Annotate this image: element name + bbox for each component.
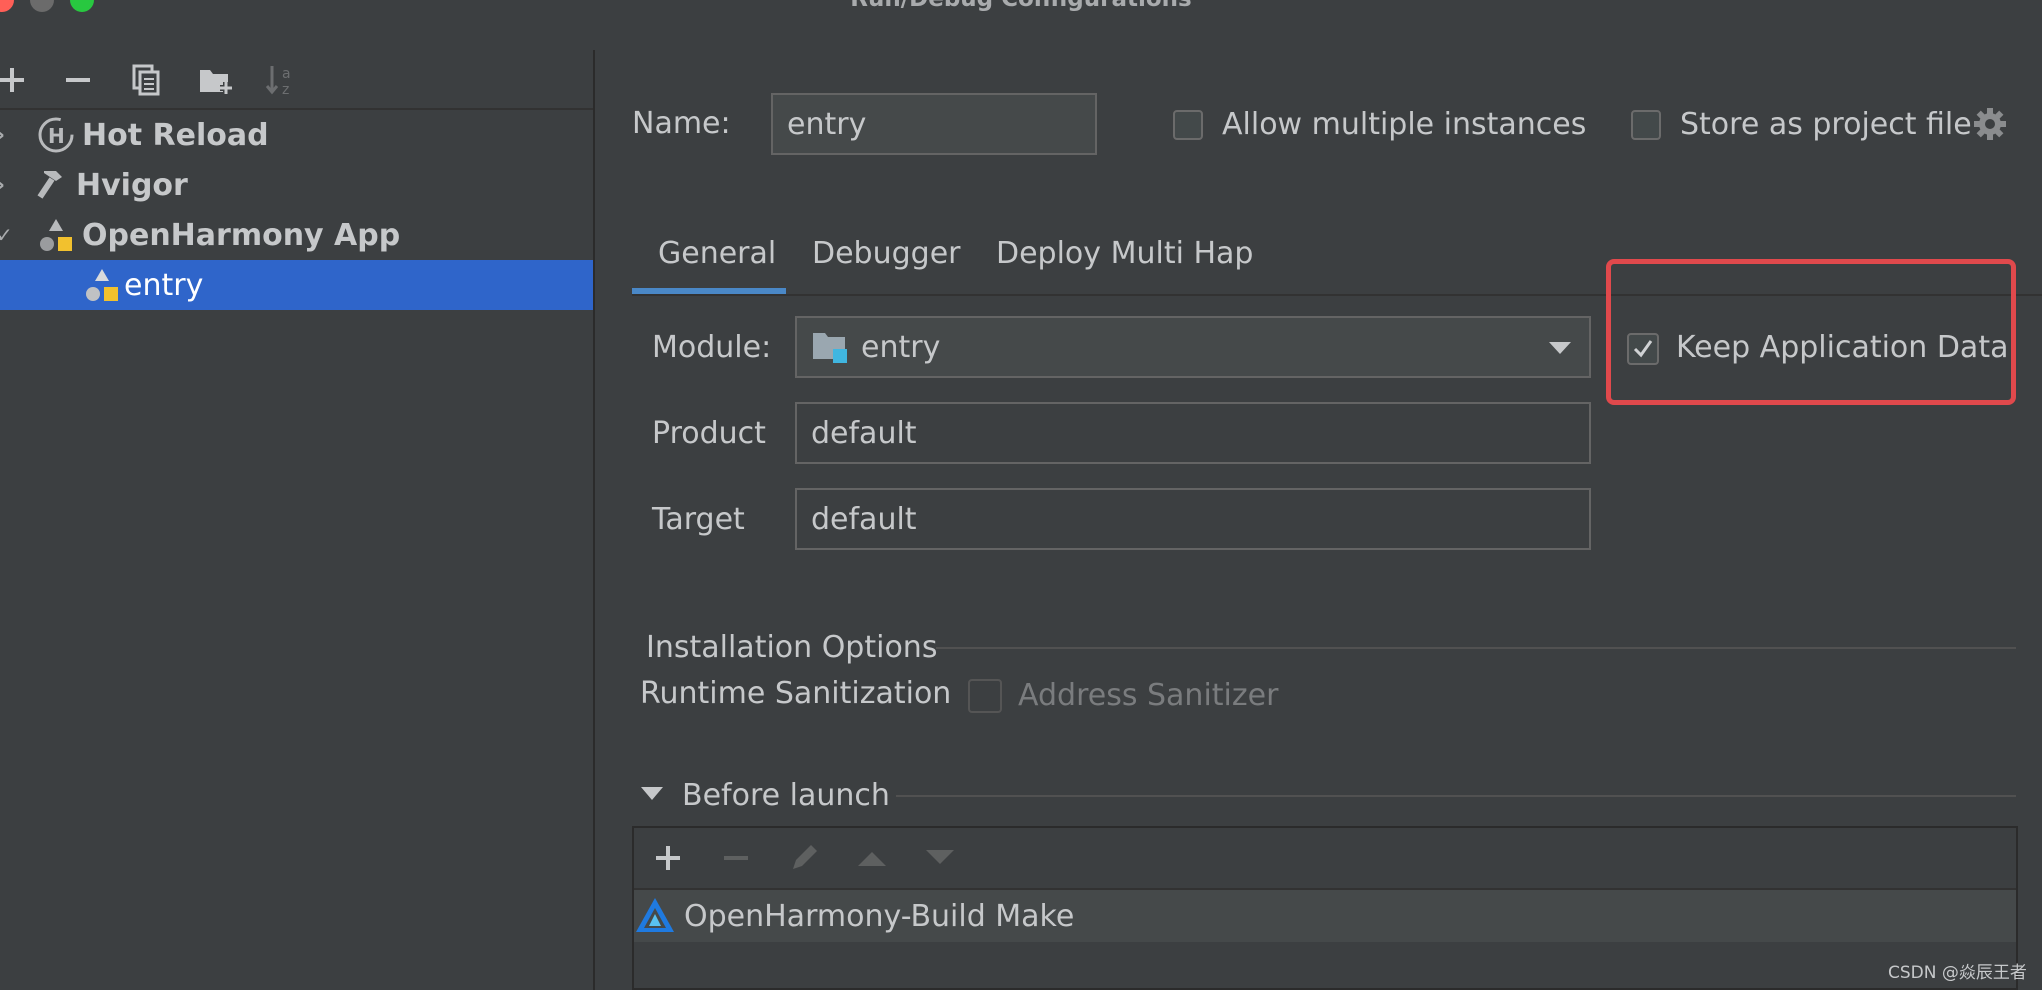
- product-value: default: [811, 415, 917, 451]
- remove-icon[interactable]: [58, 60, 98, 100]
- before-launch-header: Before launch: [682, 778, 890, 813]
- installation-options-header: Installation Options: [646, 630, 938, 665]
- module-value: entry: [861, 329, 941, 365]
- chevron-down-icon[interactable]: [1549, 342, 1571, 354]
- tree-item-hot-reload[interactable]: › H Hot Reload: [0, 110, 593, 160]
- name-value: entry: [787, 106, 867, 142]
- product-label: Product: [652, 416, 766, 451]
- window-title: Run/Debug Configurations: [0, 0, 2042, 12]
- address-sanitizer-label: Address Sanitizer: [1018, 678, 1279, 713]
- allow-multiple-label: Allow multiple instances: [1222, 107, 1587, 142]
- runtime-sanitization-label: Runtime Sanitization: [640, 676, 952, 711]
- chevron-down-icon[interactable]: ✓: [0, 223, 13, 247]
- watermark: CSDN @焱辰王者: [1888, 963, 2027, 983]
- checkmark-icon: [1633, 340, 1653, 358]
- tree-item-label: Hvigor: [76, 167, 188, 203]
- store-project-checkbox[interactable]: [1631, 110, 1661, 140]
- new-folder-icon[interactable]: [196, 60, 236, 100]
- svg-text:H: H: [48, 124, 65, 148]
- move-up-icon[interactable]: [852, 838, 892, 878]
- sort-icon[interactable]: az: [262, 60, 302, 100]
- add-task-icon[interactable]: [648, 838, 688, 878]
- target-value: default: [811, 501, 917, 537]
- name-input[interactable]: entry: [771, 93, 1097, 155]
- tree-item-label: entry: [124, 267, 204, 303]
- hammer-icon: [34, 165, 74, 205]
- installation-divider: [936, 647, 2016, 649]
- module-select[interactable]: entry: [795, 316, 1591, 378]
- title-bar: Run/Debug Configurations: [0, 0, 2042, 18]
- add-icon[interactable]: [0, 60, 32, 100]
- copy-icon[interactable]: [126, 60, 166, 100]
- store-project-label: Store as project file: [1680, 107, 1972, 142]
- target-input[interactable]: default: [795, 488, 1591, 550]
- shapes-icon: [36, 215, 76, 255]
- remove-task-icon[interactable]: [716, 838, 756, 878]
- tab-general[interactable]: General: [658, 236, 776, 271]
- tree-item-label: Hot Reload: [82, 117, 269, 153]
- tree-item-label: OpenHarmony App: [82, 217, 401, 253]
- svg-text:a: a: [282, 66, 291, 82]
- tree-item-hvigor[interactable]: › Hvigor: [0, 160, 593, 210]
- gear-icon[interactable]: [1972, 106, 2008, 142]
- openharmony-logo-icon: [634, 896, 676, 936]
- target-label: Target: [652, 502, 745, 537]
- tree-item-entry[interactable]: entry: [0, 260, 593, 310]
- edit-task-icon[interactable]: [784, 838, 824, 878]
- tab-debugger[interactable]: Debugger: [812, 236, 961, 271]
- before-launch-divider: [896, 795, 2016, 797]
- product-input[interactable]: default: [795, 402, 1591, 464]
- before-launch-item[interactable]: OpenHarmony-Build Make: [634, 890, 2016, 942]
- collapse-triangle-icon[interactable]: [641, 787, 663, 800]
- allow-multiple-checkbox[interactable]: [1173, 110, 1203, 140]
- chevron-right-icon[interactable]: ›: [0, 123, 5, 148]
- chevron-right-icon[interactable]: ›: [0, 173, 5, 198]
- address-sanitizer-checkbox[interactable]: [968, 679, 1002, 713]
- keep-data-label: Keep Application Data: [1676, 330, 2009, 365]
- move-down-icon[interactable]: [920, 838, 960, 878]
- shapes-icon: [82, 265, 122, 305]
- tree-toolbar: az: [0, 52, 593, 110]
- name-label: Name:: [632, 106, 731, 141]
- hot-reload-icon: H: [36, 115, 76, 155]
- tree-item-openharmony-app[interactable]: ✓ OpenHarmony App: [0, 210, 593, 260]
- module-folder-icon: [811, 329, 851, 365]
- before-launch-item-label: OpenHarmony-Build Make: [684, 898, 1075, 934]
- module-label: Module:: [652, 330, 772, 365]
- tab-deploy-multi-hap[interactable]: Deploy Multi Hap: [996, 236, 1253, 271]
- keep-data-checkbox[interactable]: [1627, 333, 1659, 365]
- svg-text:z: z: [282, 82, 289, 98]
